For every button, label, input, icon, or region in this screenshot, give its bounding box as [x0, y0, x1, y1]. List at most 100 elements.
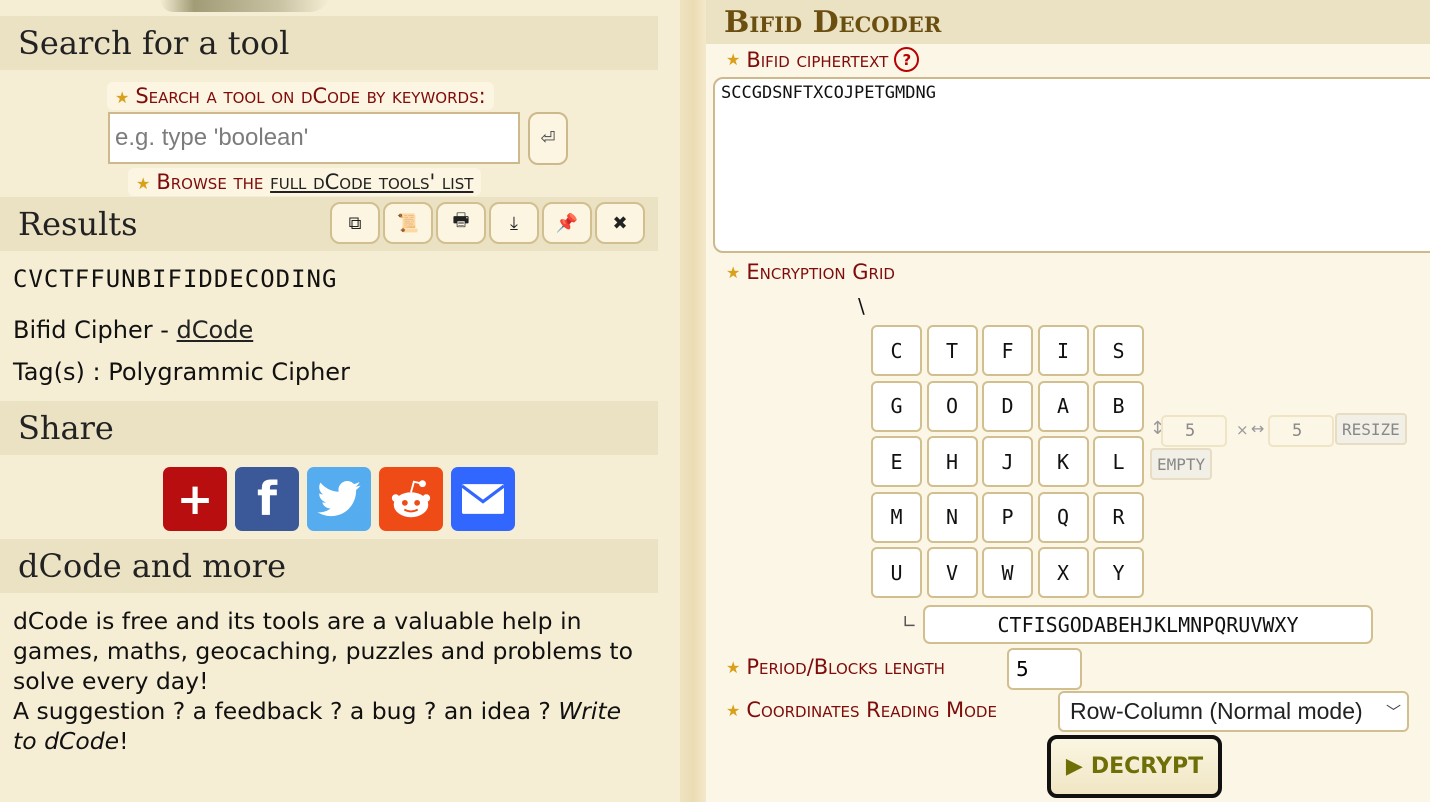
play-icon: ▶ — [1065, 754, 1083, 779]
copy-button[interactable]: ⧉ — [330, 202, 380, 244]
reading-mode-value: Row-Column (Normal mode) — [1070, 698, 1363, 724]
return-icon: ⏎ — [540, 128, 556, 149]
period-label-text: Period/Blocks length — [746, 655, 945, 679]
grid-cell[interactable]: S — [1093, 325, 1144, 376]
reading-mode-label: ★ Coordinates Reading Mode — [726, 698, 997, 722]
tool-title: Bifid Decoder — [706, 0, 1430, 44]
reddit-icon — [391, 480, 431, 518]
grid-cell[interactable]: J — [982, 436, 1033, 487]
ciphertext-label: ★ Bifid ciphertext? — [726, 47, 920, 72]
tool-panel: Bifid Decoder ★ Bifid ciphertext? SCCGDSN… — [706, 0, 1430, 802]
ciphertext-input[interactable]: SCCGDSNFTXCOJPETGMDNG — [713, 77, 1430, 253]
grid-cell[interactable]: C — [871, 325, 922, 376]
search-heading: Search for a tool — [0, 16, 658, 70]
times-sign: × — [1236, 421, 1249, 439]
grid-cell[interactable]: E — [871, 436, 922, 487]
grid-cell[interactable]: W — [982, 547, 1033, 598]
result-title: Bifid Cipher - dCode — [13, 316, 253, 344]
grid-cell[interactable]: R — [1093, 491, 1144, 543]
grid-cell[interactable]: V — [926, 547, 978, 598]
full-tools-list-link[interactable]: full dCode tools' list — [270, 170, 473, 194]
dcode-more-heading: dCode and more — [0, 539, 658, 593]
scroll-icon: 📜 — [396, 212, 420, 234]
encryption-grid-label-text: Encryption Grid — [746, 260, 895, 284]
grid-cell[interactable]: P — [982, 491, 1033, 543]
grid-corner-marker: \ — [858, 294, 865, 318]
star-icon: ★ — [726, 262, 741, 282]
column-divider — [680, 0, 706, 802]
polybius-grid: CTFIS GODAB EHJKL MNPQR UVWXY — [871, 325, 1144, 598]
grid-cell[interactable]: O — [926, 380, 978, 432]
empty-button[interactable]: EMPTY — [1150, 448, 1213, 480]
grid-cell[interactable]: Q — [1037, 491, 1089, 543]
print-button[interactable]: 🖶 — [436, 202, 486, 244]
grid-cell[interactable]: F — [982, 325, 1033, 376]
grid-cell[interactable]: M — [871, 491, 922, 543]
decrypt-label: DECRYPT — [1090, 754, 1204, 779]
grid-key-input[interactable] — [923, 605, 1373, 644]
download-button[interactable]: ⤓ — [489, 202, 539, 244]
grid-cell[interactable]: H — [926, 436, 978, 487]
browse-tools-label: ★ Browse the full dCode tools' list — [128, 168, 482, 196]
dcode-more-text: dCode is free and its tools are a valuab… — [13, 606, 648, 756]
close-button[interactable]: ✖ — [595, 202, 645, 244]
email-icon — [462, 484, 504, 514]
reading-mode-select[interactable]: Row-Column (Normal mode) ﹀ — [1058, 691, 1409, 732]
grid-cell[interactable]: K — [1037, 436, 1089, 487]
plus-icon: + — [176, 473, 214, 525]
left-sidebar: Search for a tool ★ Search a tool on dCod… — [0, 0, 660, 802]
pin-icon: 📌 — [555, 212, 579, 234]
grid-cell[interactable]: A — [1037, 380, 1089, 432]
grid-cell[interactable]: L — [1093, 436, 1144, 487]
twitter-icon — [317, 481, 361, 517]
results-toolbar: ⧉ 📜 🖶 ⤓ 📌 ✖ — [330, 202, 645, 244]
reading-mode-label-text: Coordinates Reading Mode — [746, 698, 997, 722]
star-icon: ★ — [726, 50, 741, 69]
decrypt-button[interactable]: ▶ DECRYPT — [1047, 735, 1222, 798]
more-text-question: A suggestion ? a feedback ? a bug ? an i… — [13, 697, 551, 725]
facebook-button[interactable]: f — [235, 467, 299, 531]
search-input[interactable] — [108, 112, 520, 164]
close-icon: ✖ — [612, 212, 628, 234]
reddit-button[interactable] — [379, 467, 443, 531]
share-buttons: + f — [163, 467, 515, 531]
grid-cell[interactable]: D — [982, 380, 1033, 432]
browse-prefix: Browse the — [156, 170, 264, 194]
grid-cell[interactable]: I — [1037, 325, 1089, 376]
more-text-suffix: ! — [119, 727, 129, 755]
download-icon: ⤓ — [510, 212, 518, 234]
grid-cell[interactable]: N — [926, 491, 978, 543]
decorative-brush — [160, 0, 330, 12]
grid-cell[interactable]: Y — [1093, 547, 1144, 598]
grid-cell[interactable]: G — [871, 380, 922, 432]
print-icon: 🖶 — [452, 210, 470, 231]
grid-cell[interactable]: X — [1037, 547, 1089, 598]
help-icon[interactable]: ? — [894, 47, 920, 72]
facebook-icon: f — [256, 472, 277, 526]
period-input[interactable] — [1007, 648, 1082, 690]
rows-input[interactable] — [1161, 415, 1227, 447]
resize-button[interactable]: RESIZE — [1335, 413, 1407, 445]
email-button[interactable] — [451, 467, 515, 531]
cols-icon: ↔ — [1251, 419, 1265, 438]
search-label: ★ Search a tool on dCode by keywords: — [107, 82, 494, 110]
copy-icon: ⧉ — [348, 212, 362, 234]
chevron-down-icon: ﹀ — [1385, 704, 1401, 721]
cols-input[interactable] — [1268, 415, 1334, 447]
result-title-prefix: Bifid Cipher - — [13, 316, 169, 344]
result-tags: Tag(s) : Polygrammic Cipher — [13, 358, 350, 386]
star-icon: ★ — [726, 657, 741, 677]
grid-cell[interactable]: U — [871, 547, 922, 598]
encryption-grid-label: ★ Encryption Grid — [726, 260, 895, 284]
scroll-button[interactable]: 📜 — [383, 202, 433, 244]
pin-button[interactable]: 📌 — [542, 202, 592, 244]
share-more-button[interactable]: + — [163, 467, 227, 531]
result-value: CVCTFFUNBIFIDDECODING — [13, 265, 338, 293]
grid-cell[interactable]: B — [1093, 380, 1144, 432]
search-submit-button[interactable]: ⏎ — [528, 112, 568, 165]
dcode-link[interactable]: dCode — [177, 316, 254, 344]
twitter-button[interactable] — [307, 467, 371, 531]
grid-cell[interactable]: T — [926, 325, 978, 376]
star-icon: ★ — [726, 700, 741, 720]
ciphertext-label-text: Bifid ciphertext — [746, 47, 889, 72]
